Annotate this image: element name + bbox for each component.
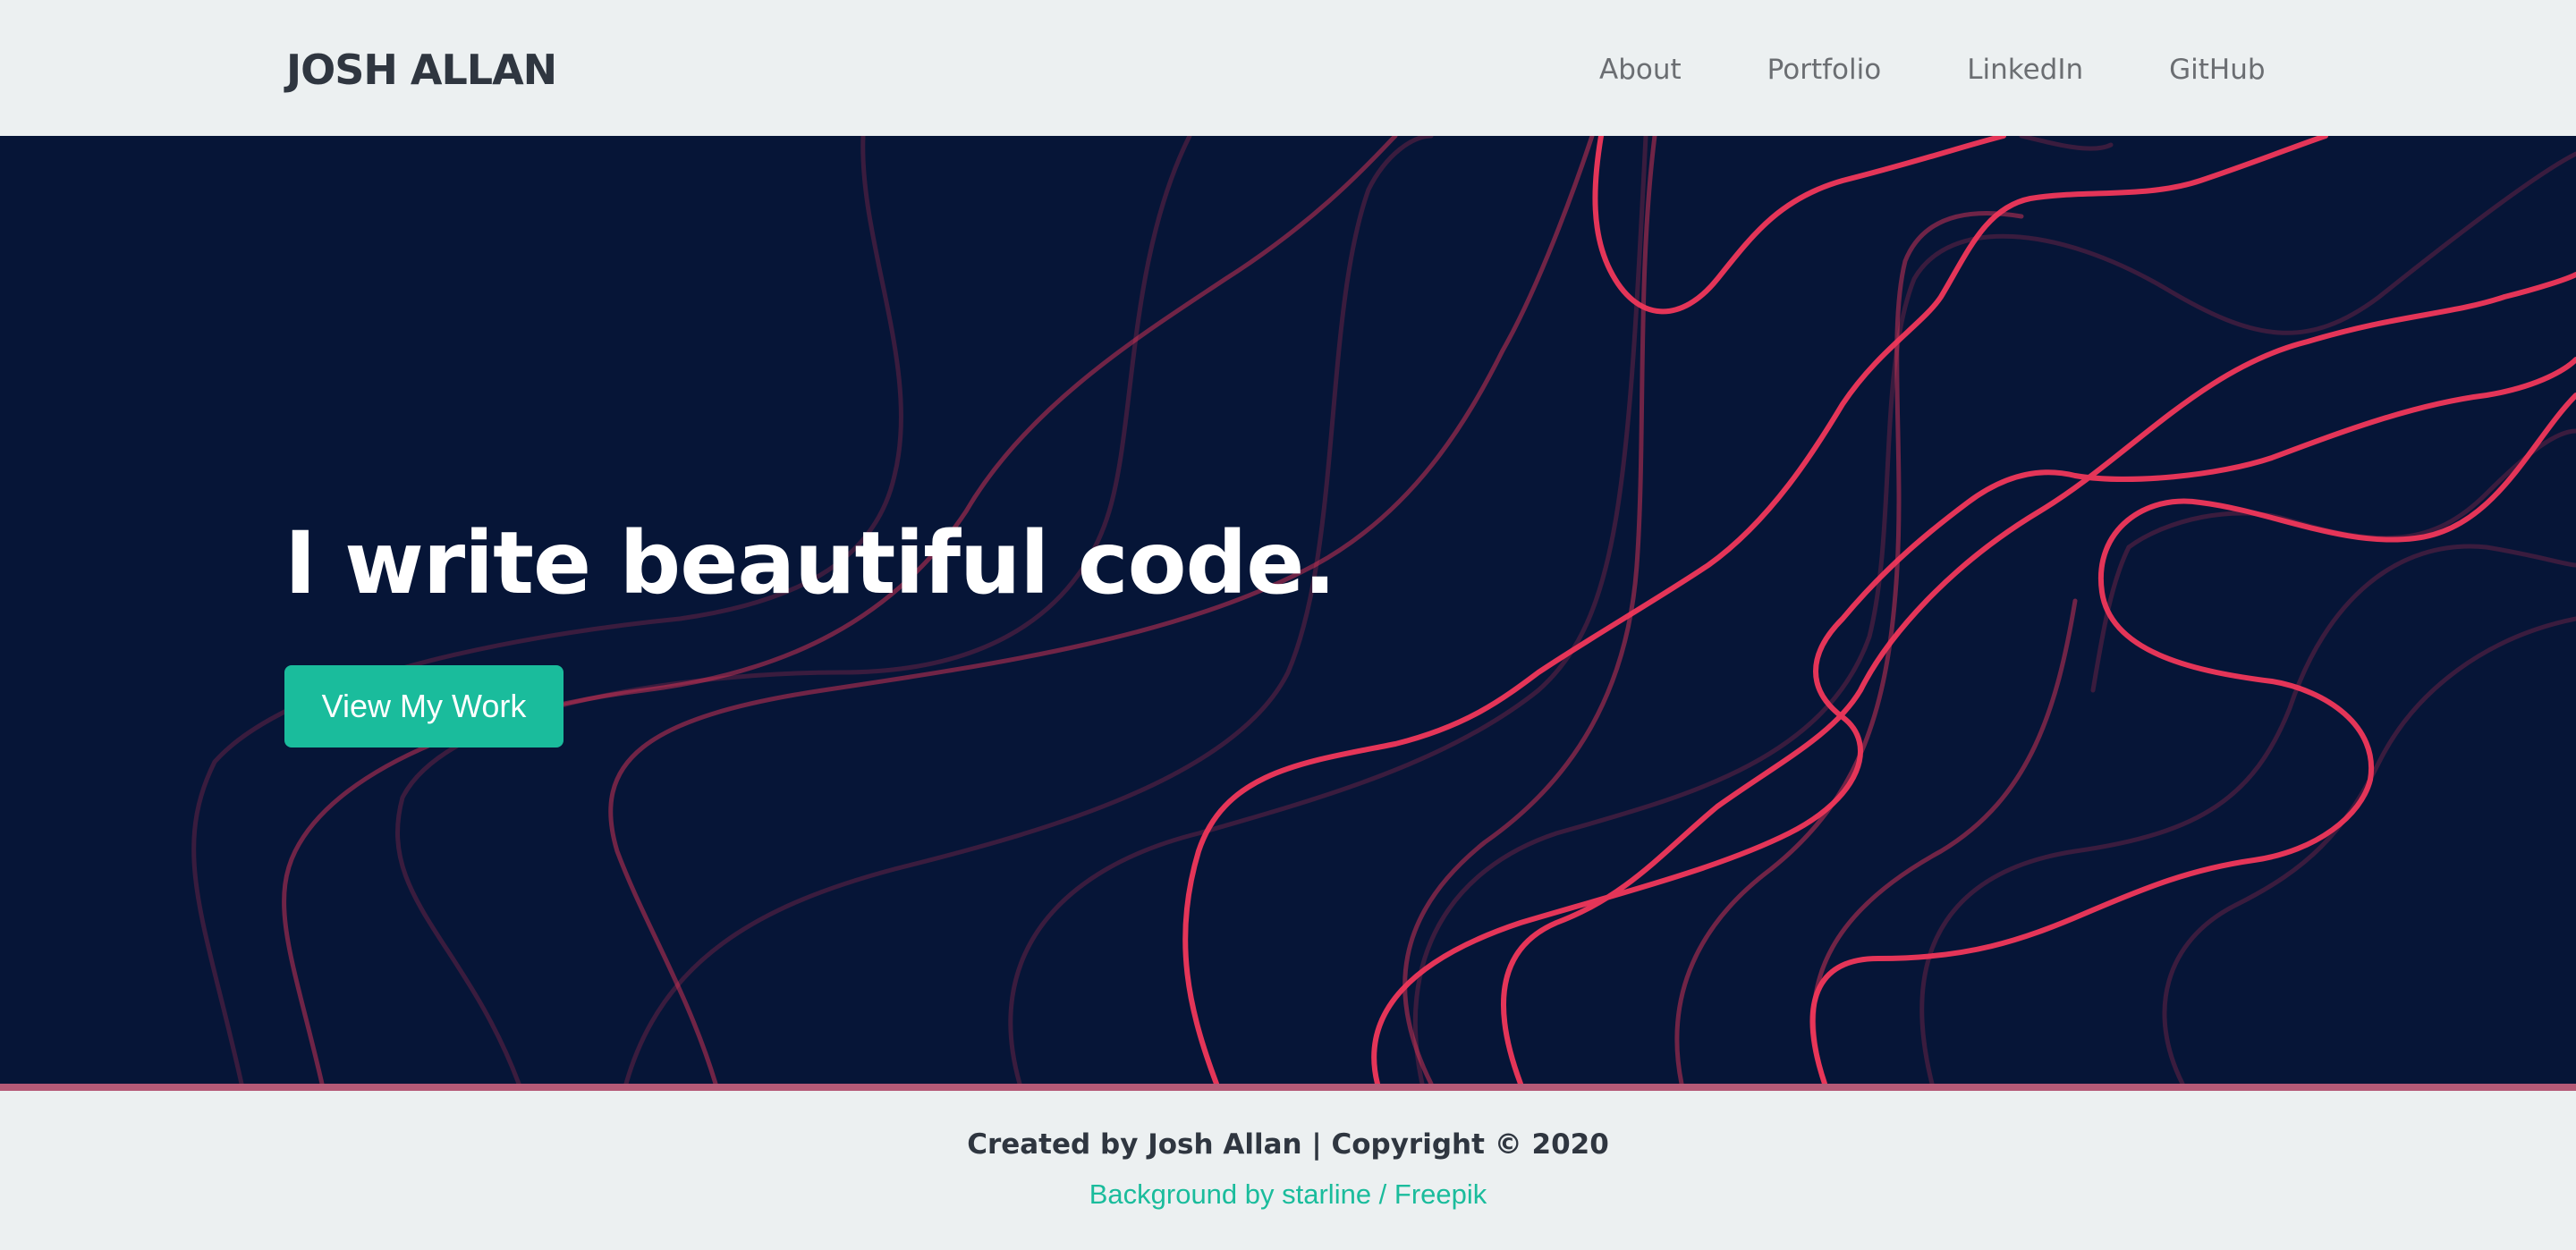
nav-link-linkedin[interactable]: LinkedIn <box>1924 46 2126 93</box>
top-navbar: JOSH ALLAN About Portfolio LinkedIn GitH… <box>0 0 2576 136</box>
nav-links: About Portfolio LinkedIn GitHub <box>1556 46 2266 93</box>
footer-attribution-link[interactable]: Background by starline / Freepik <box>0 1175 2576 1214</box>
nav-link-about[interactable]: About <box>1556 46 1724 93</box>
hero-headline: I write beautiful code. <box>284 513 1336 613</box>
hero-section: I write beautiful code. View My Work <box>0 136 2576 1084</box>
footer-copyright: Created by Josh Allan | Copyright © 2020 <box>967 1128 1609 1161</box>
page-footer: Created by Josh Allan | Copyright © 2020… <box>0 1091 2576 1250</box>
nav-link-portfolio[interactable]: Portfolio <box>1724 46 1925 93</box>
nav-link-github[interactable]: GitHub <box>2126 46 2265 93</box>
brand-logo[interactable]: JOSH ALLAN <box>286 43 557 97</box>
hero-bottom-divider <box>0 1084 2576 1091</box>
view-my-work-button[interactable]: View My Work <box>284 665 564 747</box>
